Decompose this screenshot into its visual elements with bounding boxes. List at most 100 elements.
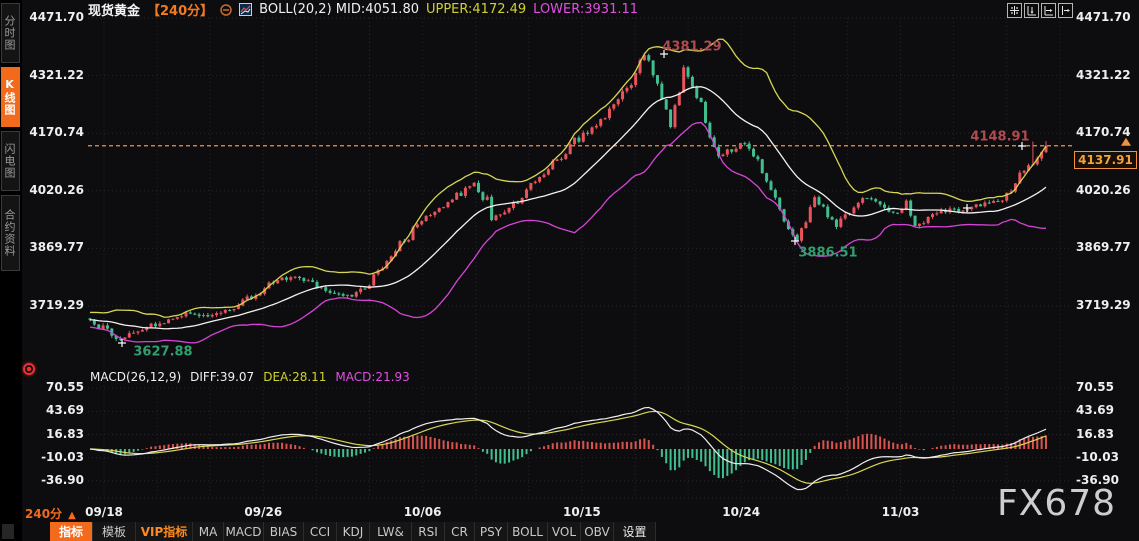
candle-body: [494, 215, 497, 220]
candle-body: [962, 211, 965, 212]
candle-body: [455, 193, 458, 200]
fit-vertical-icon[interactable]: [1024, 3, 1039, 18]
y-axis-label: 4020.26: [1076, 183, 1134, 197]
toolbar-item-macd[interactable]: MACD: [224, 522, 264, 541]
candle-body: [931, 214, 934, 217]
candle-body: [700, 98, 703, 102]
candle-body: [176, 317, 179, 319]
macd-axis-label: 16.83: [1076, 427, 1134, 441]
candle-body: [883, 204, 886, 207]
candle-body: [765, 173, 768, 181]
candle-body: [957, 209, 960, 212]
candle-body: [988, 203, 991, 204]
triangle-up-icon: ▲: [68, 510, 76, 521]
candle-body: [577, 138, 580, 142]
boll-mid-readout: BOLL(20,2) MID:4051.80: [259, 2, 419, 17]
candle-body: [1001, 201, 1004, 202]
candle-body: [477, 183, 480, 192]
candle-body: [839, 218, 842, 226]
candle-body: [608, 109, 611, 119]
boll-upper-line: [90, 39, 1046, 317]
candle-body: [102, 325, 105, 329]
toolbar-item-psy[interactable]: PSY: [475, 522, 508, 541]
minus-circle-icon[interactable]: [220, 4, 232, 16]
y-axis-label: 4471.70: [26, 10, 84, 24]
pan-right-icon[interactable]: [1058, 3, 1073, 18]
toolbar-item-boll[interactable]: BOLL: [508, 522, 548, 541]
candle-body: [451, 200, 454, 203]
toolbar-item-vol[interactable]: VOL: [548, 522, 581, 541]
macd-macd-readout: MACD:21.93: [335, 370, 409, 384]
toolbar-item-cci[interactable]: CCI: [304, 522, 337, 541]
candle-body: [818, 197, 821, 204]
toolbar-item-indicators[interactable]: 指标: [50, 522, 93, 541]
candle-body: [896, 213, 899, 214]
candle-body: [704, 102, 707, 123]
macd-axis-label: -36.90: [26, 473, 84, 487]
x-axis-label: 09/18: [76, 505, 132, 519]
y-axis-label: 3869.77: [26, 240, 84, 254]
toolbar-item-vip-indicators[interactable]: VIP指标: [136, 522, 193, 541]
period-selector[interactable]: 240分▲: [25, 505, 76, 522]
candle-body: [460, 193, 463, 196]
candle-body: [813, 197, 816, 207]
alert-dot-icon[interactable]: [23, 363, 35, 375]
candle-body: [468, 186, 471, 188]
toolbar-item-kdj[interactable]: KDJ: [337, 522, 370, 541]
sidebar-tab-time-share-chart[interactable]: 分时图: [1, 3, 20, 63]
candle-body: [490, 197, 493, 220]
toolbar-item-obv[interactable]: OBV: [581, 522, 614, 541]
candle-body: [604, 118, 607, 119]
sidebar-footer: [2, 524, 14, 539]
candle-body: [691, 77, 694, 87]
candle-body: [591, 127, 594, 133]
boll-upper-readout: UPPER:4172.49: [426, 2, 526, 17]
toolbar-item-lwr[interactable]: LW&: [370, 522, 412, 541]
candle-body: [914, 216, 917, 226]
candle-body: [137, 332, 140, 333]
toolbar-item-templates[interactable]: 模板: [93, 522, 136, 541]
candle-body: [634, 73, 637, 85]
y-axis-label: 3869.77: [1076, 240, 1134, 254]
symbol-name: 现货黄金: [88, 0, 140, 19]
candle-body: [228, 310, 231, 311]
candle-body: [215, 313, 218, 315]
candle-body: [735, 149, 738, 152]
candle-body: [560, 159, 563, 160]
toolbar-item-rsi[interactable]: RSI: [412, 522, 445, 541]
candle-body: [481, 192, 484, 200]
x-axis-label: 10/24: [713, 505, 769, 519]
candle-body: [935, 213, 938, 214]
crosshair-tool-icon[interactable]: [1007, 3, 1022, 18]
candle-body: [486, 197, 489, 200]
chart-tools: [1007, 3, 1073, 18]
candle-body: [416, 224, 419, 227]
candle-body: [739, 143, 742, 149]
y-axis-label: 4321.22: [1076, 68, 1134, 82]
candle-body: [953, 209, 956, 210]
sidebar-tab-kline-chart[interactable]: K线图: [1, 67, 20, 127]
candle-body: [617, 99, 620, 104]
macd-axis-label: 70.55: [1076, 380, 1134, 394]
mini-chart-icon[interactable]: [239, 3, 252, 16]
sidebar-tab-flash-chart[interactable]: 闪电图: [1, 131, 20, 191]
chart-canvas[interactable]: [0, 0, 1139, 541]
candle-body: [307, 280, 310, 281]
candle-body: [285, 277, 288, 279]
toolbar-item-cr[interactable]: CR: [445, 522, 475, 541]
candle-body: [831, 217, 834, 219]
x-axis-label: 11/03: [873, 505, 929, 519]
candle-body: [922, 223, 925, 224]
fit-horizontal-icon[interactable]: [1041, 3, 1056, 18]
boll-mid-line: [90, 87, 1046, 329]
candle-body: [298, 277, 301, 278]
toolbar-item-ma[interactable]: MA: [193, 522, 224, 541]
candle-body: [289, 277, 292, 279]
toolbar-item-bias[interactable]: BIAS: [264, 522, 304, 541]
candle-body: [756, 156, 759, 159]
candle-body: [425, 216, 428, 221]
sidebar-tab-contract-info[interactable]: 合约资料: [1, 195, 20, 271]
candle-body: [372, 274, 375, 285]
candle-body: [595, 126, 598, 128]
toolbar-item-settings[interactable]: 设置: [614, 522, 656, 541]
